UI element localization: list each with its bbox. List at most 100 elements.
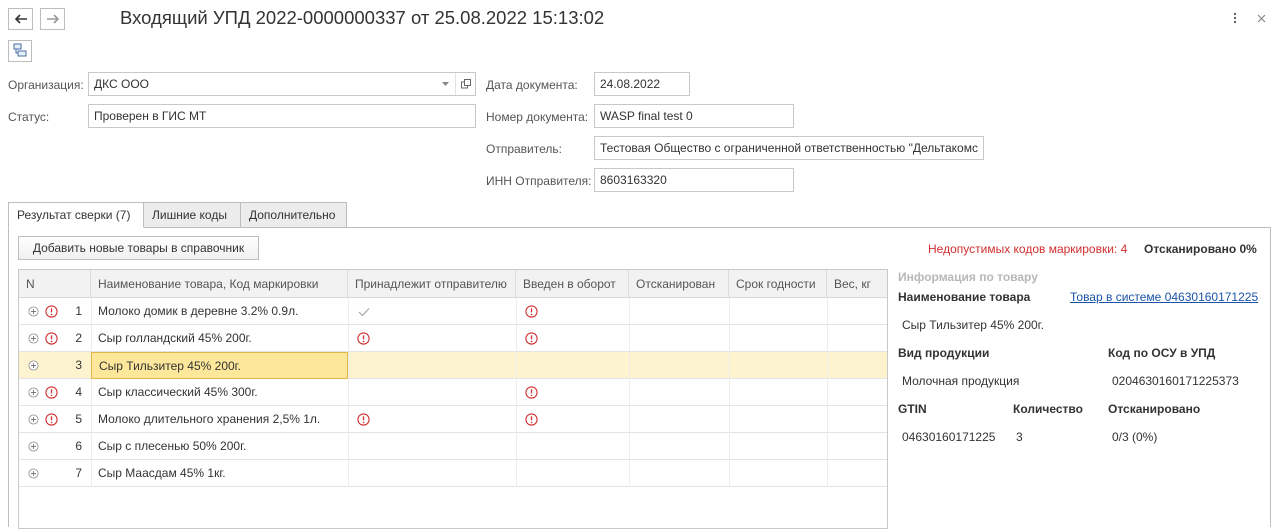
warning-circle-icon <box>45 386 58 399</box>
column-separator <box>827 379 828 406</box>
column-separator <box>827 325 828 352</box>
row-number: 1 <box>75 304 82 318</box>
add-products-button[interactable]: Добавить новые товары в справочник <box>18 236 259 260</box>
column-separator <box>516 325 517 352</box>
column-separator <box>827 433 828 460</box>
column-header-turnover[interactable]: Введен в оборот <box>516 270 629 298</box>
quantity-value: 3 <box>1016 430 1023 444</box>
column-separator <box>729 298 730 325</box>
column-separator <box>348 379 349 406</box>
tab-extra-codes[interactable]: Лишние коды <box>143 202 241 228</box>
row-number: 5 <box>75 412 82 426</box>
expand-plus-icon[interactable] <box>28 306 39 317</box>
row-number: 3 <box>75 358 82 372</box>
table-row[interactable]: 7 Сыр Маасдам 45% 1кг. <box>19 460 887 487</box>
column-separator <box>729 406 730 433</box>
close-icon[interactable] <box>1254 10 1268 26</box>
column-separator <box>516 433 517 460</box>
table-row[interactable]: 3 Сыр Тильзитер 45% 200г. <box>19 352 887 379</box>
column-header-name[interactable]: Наименование товара, Код маркировки <box>91 270 348 298</box>
column-separator <box>827 298 828 325</box>
tab-reconciliation[interactable]: Результат сверки (7) <box>8 202 144 228</box>
product-type-value: Молочная продукция <box>902 374 1020 388</box>
table-row[interactable]: 4 Сыр классический 45% 300г. <box>19 379 887 406</box>
warning-circle-icon <box>45 413 58 426</box>
date-label: Дата документа: <box>486 78 578 92</box>
warning-circle-icon <box>525 332 538 345</box>
column-separator <box>348 325 349 352</box>
number-field[interactable]: WASP final test 0 <box>594 104 794 128</box>
column-separator <box>516 298 517 325</box>
warning-circle-icon <box>525 386 538 399</box>
product-name-cell[interactable]: Молоко длительного хранения 2,5% 1л. <box>91 406 348 433</box>
warning-circle-icon <box>45 305 58 318</box>
gtin-label: GTIN <box>898 402 927 416</box>
product-name-cell[interactable]: Сыр Тильзитер 45% 200г. <box>91 352 348 379</box>
column-header-expiry[interactable]: Срок годности <box>729 270 827 298</box>
expand-plus-icon[interactable] <box>28 387 39 398</box>
column-separator <box>348 460 349 487</box>
expand-plus-icon[interactable] <box>28 441 39 452</box>
scanned-label: Отсканировано <box>1108 402 1201 416</box>
column-header-scanned[interactable]: Отсканирован <box>629 270 729 298</box>
expand-plus-icon[interactable] <box>28 468 39 479</box>
column-header-n[interactable]: N <box>19 270 91 298</box>
column-separator <box>348 352 349 379</box>
product-name-value: Сыр Тильзитер 45% 200г. <box>902 318 1044 332</box>
inn-field[interactable]: 8603163320 <box>594 168 794 192</box>
table-row[interactable]: 1 Молоко домик в деревне 3.2% 0.9л. <box>19 298 887 325</box>
forward-button[interactable] <box>40 8 65 30</box>
column-header-weight[interactable]: Вес, кг <box>827 270 887 298</box>
column-separator <box>827 406 828 433</box>
table-row[interactable]: 6 Сыр с плесенью 50% 200г. <box>19 433 887 460</box>
column-separator <box>729 379 730 406</box>
expand-plus-icon[interactable] <box>28 333 39 344</box>
expand-plus-icon[interactable] <box>28 414 39 425</box>
window-title: Входящий УПД 2022-0000000337 от 25.08.20… <box>120 7 605 28</box>
row-number: 6 <box>75 439 82 453</box>
number-label: Номер документа: <box>486 110 589 124</box>
warning-circle-icon <box>525 305 538 318</box>
column-separator <box>629 433 630 460</box>
open-form-icon[interactable] <box>455 73 475 95</box>
product-name-cell[interactable]: Сыр голландский 45% 200г. <box>91 325 348 352</box>
date-field[interactable]: 24.08.2022 <box>594 72 690 96</box>
product-name-cell[interactable]: Молоко домик в деревне 3.2% 0.9л. <box>91 298 348 325</box>
column-separator <box>827 352 828 379</box>
product-name-cell[interactable]: Сыр Маасдам 45% 1кг. <box>91 460 348 487</box>
status-field[interactable]: Проверен в ГИС МТ <box>88 104 476 128</box>
column-separator <box>629 460 630 487</box>
system-product-link[interactable]: Товар в системе 04630160171225 <box>1070 290 1258 304</box>
table-row[interactable]: 2 Сыр голландский 45% 200г. <box>19 325 887 352</box>
chevron-down-icon[interactable] <box>435 73 455 95</box>
row-number: 7 <box>75 466 82 480</box>
column-separator <box>827 460 828 487</box>
table-row[interactable]: 5 Молоко длительного хранения 2,5% 1л. <box>19 406 887 433</box>
column-separator <box>729 325 730 352</box>
column-separator <box>729 460 730 487</box>
column-separator <box>516 379 517 406</box>
expand-plus-icon[interactable] <box>28 360 39 371</box>
sender-label: Отправитель: <box>486 142 562 156</box>
sender-field[interactable]: Тестовая Общество с ограниченной ответст… <box>594 136 984 160</box>
product-name-cell[interactable]: Сыр классический 45% 300г. <box>91 379 348 406</box>
document-structure-icon <box>13 43 27 60</box>
tab-additional[interactable]: Дополнительно <box>240 202 347 228</box>
status-label: Статус: <box>8 110 50 124</box>
column-header-sender[interactable]: Принадлежит отправителю <box>348 270 516 298</box>
invalid-codes-text: Недопустимых кодов маркировки: 4 <box>928 242 1128 256</box>
product-name-label: Наименование товара <box>898 290 1031 304</box>
arrow-left-icon <box>14 14 28 24</box>
product-name-cell[interactable]: Сыр с плесенью 50% 200г. <box>91 433 348 460</box>
column-separator <box>629 298 630 325</box>
gtin-value: 04630160171225 <box>902 430 996 444</box>
kebab-icon[interactable] <box>1228 10 1242 26</box>
reconciliation-table[interactable]: N Наименование товара, Код маркировки Пр… <box>18 269 888 529</box>
structure-button[interactable] <box>8 40 32 62</box>
org-label: Организация: <box>8 78 84 92</box>
back-button[interactable] <box>8 8 33 30</box>
scanned-value: 0/3 (0%) <box>1112 430 1158 444</box>
row-number: 2 <box>75 331 82 345</box>
column-separator <box>629 325 630 352</box>
org-field[interactable]: ДКС ООО <box>88 72 476 96</box>
